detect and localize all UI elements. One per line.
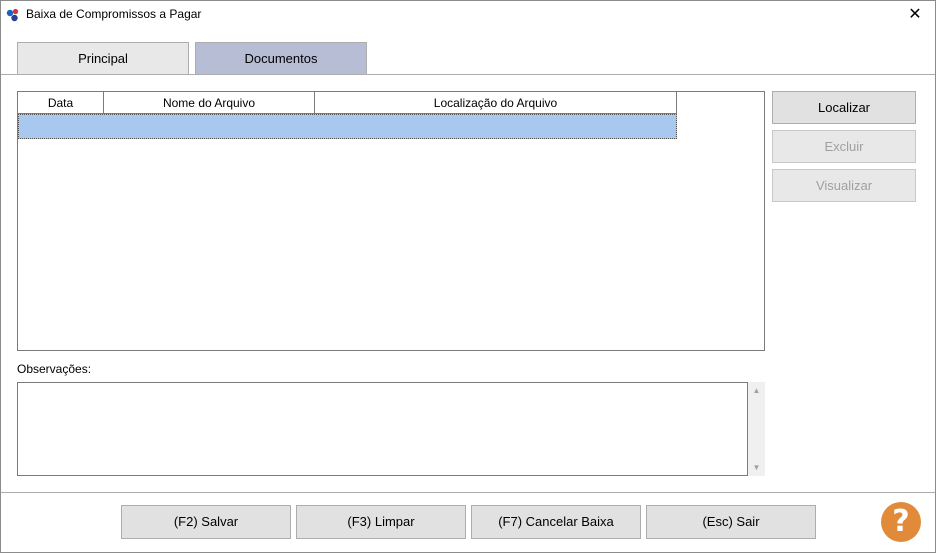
column-header-data[interactable]: Data [18, 92, 104, 114]
localizar-button[interactable]: Localizar [772, 91, 916, 124]
tab-principal-label: Principal [78, 51, 128, 66]
documents-grid[interactable]: Data Nome do Arquivo Localização do Arqu… [17, 91, 765, 351]
footer-divider [1, 492, 935, 493]
limpar-button[interactable]: (F3) Limpar [296, 505, 466, 539]
app-logo-icon [5, 7, 21, 23]
tab-documentos[interactable]: Documentos [195, 42, 367, 74]
column-header-nome-arquivo[interactable]: Nome do Arquivo [104, 92, 315, 114]
tab-documentos-label: Documentos [244, 51, 318, 66]
tab-divider [1, 74, 935, 75]
window-title: Baixa de Compromissos a Pagar [26, 7, 202, 21]
column-header-localizacao-arquivo[interactable]: Localização do Arquivo [315, 92, 677, 114]
observacoes-label: Observações: [17, 362, 92, 376]
scroll-up-icon[interactable]: ▲ [748, 382, 765, 399]
tab-principal[interactable]: Principal [17, 42, 189, 74]
salvar-button[interactable]: (F2) Salvar [121, 505, 291, 539]
scroll-down-icon[interactable]: ▼ [748, 459, 765, 476]
help-icon[interactable]: ? [881, 502, 921, 542]
window: Baixa de Compromissos a Pagar ✕ Principa… [0, 0, 936, 553]
table-row[interactable] [18, 114, 677, 139]
cancelar-baixa-button[interactable]: (F7) Cancelar Baixa [471, 505, 641, 539]
cell-nome-arquivo [105, 115, 316, 138]
visualizar-button[interactable]: Visualizar [772, 169, 916, 202]
close-button[interactable]: ✕ [895, 1, 935, 29]
observacoes-field[interactable] [17, 382, 748, 476]
sair-button[interactable]: (Esc) Sair [646, 505, 816, 539]
observacoes-scrollbar[interactable]: ▲ ▼ [748, 382, 765, 476]
title-bar: Baixa de Compromissos a Pagar ✕ [1, 1, 935, 29]
excluir-button[interactable]: Excluir [772, 130, 916, 163]
cell-localizacao-arquivo [316, 115, 676, 138]
cell-data [19, 115, 105, 138]
